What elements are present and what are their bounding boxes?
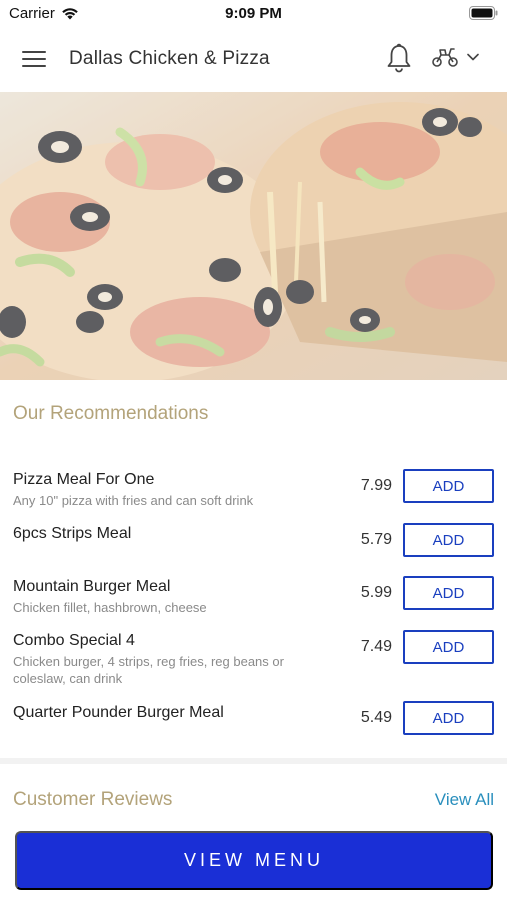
app-header: Dallas Chicken & Pizza bbox=[0, 28, 507, 92]
reviews-heading: Customer Reviews bbox=[13, 789, 173, 810]
item-name: Combo Special 4 bbox=[13, 632, 135, 649]
bell-icon[interactable] bbox=[386, 42, 412, 74]
battery-icon bbox=[469, 6, 498, 20]
item-name: Mountain Burger Meal bbox=[13, 578, 171, 595]
add-button[interactable]: ADD bbox=[403, 469, 494, 503]
add-button[interactable]: ADD bbox=[403, 576, 494, 610]
item-description: Chicken fillet, hashbrown, cheese bbox=[13, 600, 207, 615]
view-menu-button[interactable]: VIEW MENU bbox=[15, 831, 493, 890]
status-bar: Carrier 9:09 PM bbox=[0, 0, 507, 28]
status-time: 9:09 PM bbox=[225, 5, 282, 22]
section-divider bbox=[0, 758, 507, 764]
item-price: 5.99 bbox=[360, 584, 392, 601]
restaurant-title: Dallas Chicken & Pizza bbox=[69, 48, 270, 69]
hamburger-menu-icon[interactable] bbox=[22, 48, 48, 70]
item-name: Quarter Pounder Burger Meal bbox=[13, 704, 224, 721]
item-description: Any 10" pizza with fries and can soft dr… bbox=[13, 493, 254, 508]
scooter-delivery-icon bbox=[432, 48, 458, 67]
add-button[interactable]: ADD bbox=[403, 630, 494, 664]
item-price: 5.79 bbox=[360, 531, 392, 548]
item-name: Pizza Meal For One bbox=[13, 471, 155, 488]
recommendations-heading: Our Recommendations bbox=[13, 403, 209, 424]
item-price: 7.49 bbox=[360, 638, 392, 655]
delivery-mode-selector[interactable] bbox=[431, 46, 479, 68]
view-all-reviews-link[interactable]: View All bbox=[435, 790, 494, 810]
chevron-down-icon bbox=[467, 53, 479, 61]
item-description: Chicken burger, 4 strips, reg fries, reg… bbox=[13, 654, 284, 686]
item-price: 5.49 bbox=[360, 709, 392, 726]
add-button[interactable]: ADD bbox=[403, 523, 494, 557]
hero-pizza-image bbox=[0, 92, 507, 380]
item-price: 7.99 bbox=[360, 477, 392, 494]
add-button[interactable]: ADD bbox=[403, 701, 494, 735]
item-name: 6pcs Strips Meal bbox=[13, 525, 132, 542]
